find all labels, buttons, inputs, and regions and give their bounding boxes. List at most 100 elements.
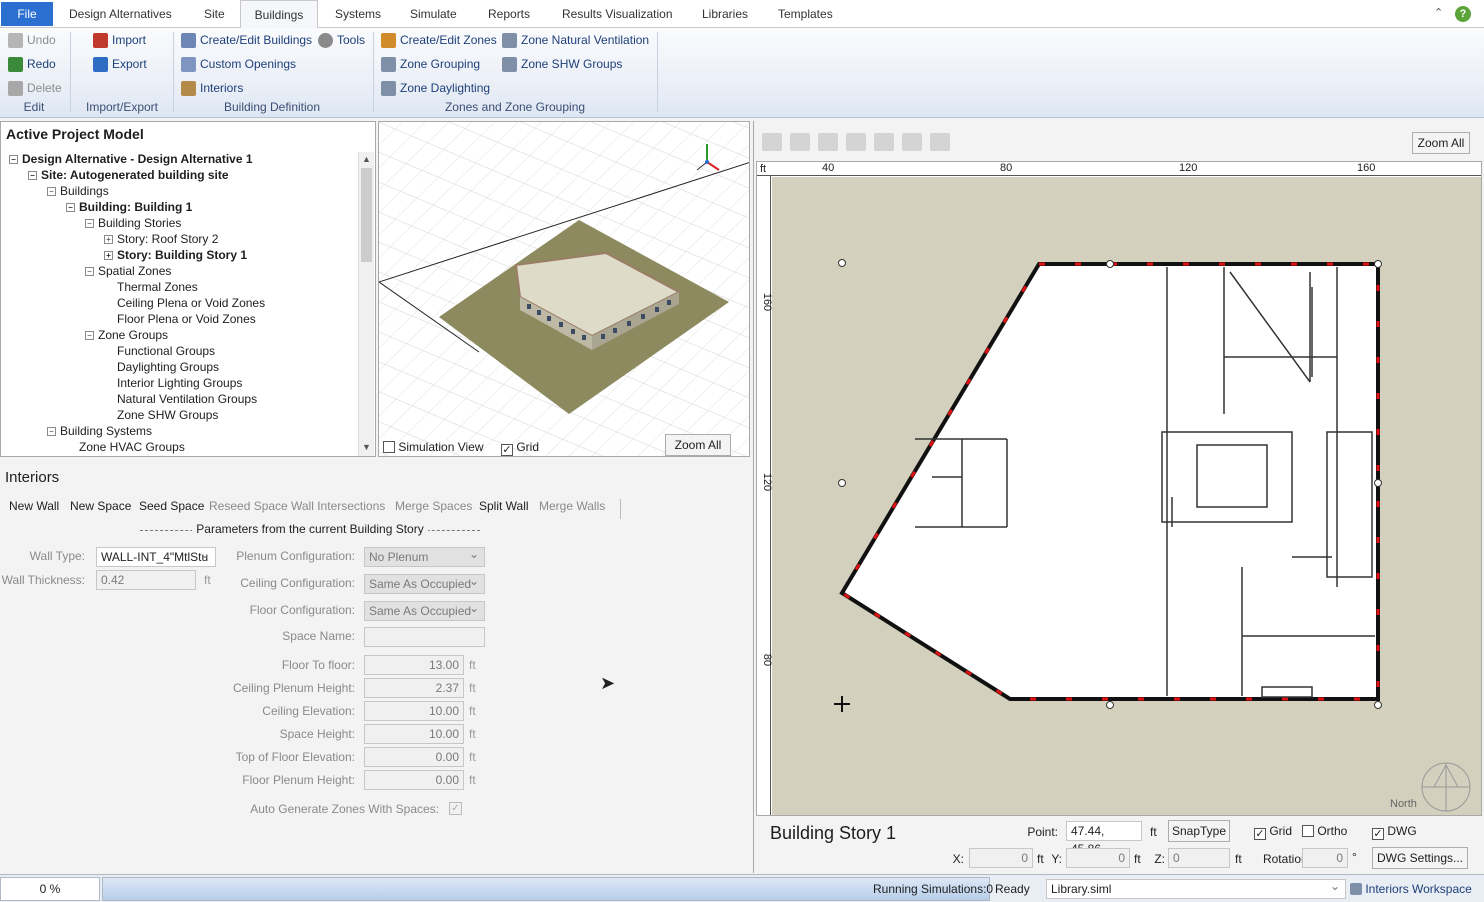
tree-node[interactable]: − Site: Autogenerated building site	[28, 167, 229, 183]
split-wall-button[interactable]: Split Wall	[479, 499, 529, 513]
tree-node[interactable]: − Buildings	[47, 183, 109, 199]
tree-node[interactable]: − Building: Building 1	[66, 199, 192, 215]
scroll-thumb[interactable]	[361, 168, 372, 262]
tree-node[interactable]: − Building Stories	[85, 215, 181, 231]
tree-node[interactable]: Zone HVAC Groups	[66, 439, 185, 455]
wall-intersections-button[interactable]: Wall Intersections	[291, 499, 385, 513]
draw-tool-icon[interactable]	[930, 133, 950, 151]
u-shape-tool-icon[interactable]	[874, 133, 894, 151]
collapse-icon[interactable]: −	[9, 155, 18, 164]
tree-node[interactable]: Natural Ventilation Groups	[104, 391, 257, 407]
tree-scrollbar[interactable]: ▲ ▼	[358, 152, 374, 456]
grid-plan-toggle[interactable]: ✓ Grid	[1254, 824, 1292, 840]
tree-node[interactable]: − Building Systems	[47, 423, 152, 439]
snap-type-button[interactable]: SnapType	[1168, 820, 1230, 842]
tab-systems[interactable]: Systems	[329, 0, 387, 28]
expand-icon[interactable]: +	[104, 235, 113, 244]
undo-button[interactable]: Undo	[8, 30, 56, 50]
scroll-down-icon[interactable]: ▼	[362, 442, 371, 452]
rotation-field[interactable]: 0	[1302, 848, 1348, 868]
view-3d[interactable]: Simulation View ✓ Grid Zoom All	[378, 121, 750, 457]
point-field[interactable]: 47.44, 45.86	[1066, 821, 1142, 856]
h-shape-tool-icon[interactable]	[818, 133, 838, 151]
auto-generate-checkbox[interactable]: ✓	[449, 802, 462, 815]
tree-node[interactable]: Thermal Zones	[104, 279, 198, 295]
zone-shw-groups-button[interactable]: Zone SHW Groups	[502, 54, 622, 74]
tools-button[interactable]: Tools	[318, 30, 365, 50]
wall-type-select[interactable]: WALL-INT_4"MtlStu	[96, 547, 216, 567]
expand-icon[interactable]: +	[104, 251, 113, 260]
collapse-icon[interactable]: −	[47, 427, 56, 436]
tree-node[interactable]: Interior Lighting Groups	[104, 375, 242, 391]
scroll-up-icon[interactable]: ▲	[362, 154, 371, 164]
new-space-button[interactable]: New Space	[70, 499, 131, 513]
y-field[interactable]: 0	[1066, 848, 1130, 868]
tree-node[interactable]: + Story: Roof Story 2	[104, 231, 218, 247]
simulation-view-checkbox[interactable]	[383, 441, 395, 453]
param-field[interactable]: 10.00	[364, 701, 464, 721]
param-field[interactable]: 13.00	[364, 655, 464, 675]
merge-spaces-button[interactable]: Merge Spaces	[395, 499, 472, 513]
ortho-checkbox[interactable]	[1302, 825, 1314, 837]
t-shape-tool-icon[interactable]	[902, 133, 922, 151]
dwg-settings-button[interactable]: DWG Settings...	[1372, 847, 1468, 869]
x-field[interactable]: 0	[969, 848, 1033, 868]
tree-node[interactable]: Ceiling Plena or Void Zones	[104, 295, 265, 311]
collapse-icon[interactable]: −	[85, 267, 94, 276]
tab-reports[interactable]: Reports	[482, 0, 536, 28]
param-field[interactable]: 2.37	[364, 678, 464, 698]
plan-canvas[interactable]: ft 40 80 120 160 160 120 80 North	[756, 161, 1482, 816]
wall-thickness-field[interactable]: 0.42	[96, 570, 196, 590]
tab-simulate[interactable]: Simulate	[404, 0, 463, 28]
tab-buildings[interactable]: Buildings	[240, 0, 318, 29]
library-select[interactable]: Library.siml	[1046, 877, 1346, 899]
create-edit-zones-button[interactable]: Create/Edit Zones	[381, 30, 497, 50]
interiors-button[interactable]: Interiors	[181, 78, 243, 98]
tree-node[interactable]: Daylighting Groups	[104, 359, 219, 375]
export-button[interactable]: Export	[93, 54, 147, 74]
create-edit-buildings-button[interactable]: Create/Edit Buildings	[181, 30, 312, 50]
reseed-space-button[interactable]: Reseed Space	[209, 499, 288, 513]
tree-node[interactable]: Zone SHW Groups	[104, 407, 218, 423]
tree-node[interactable]: Floor Plena or Void Zones	[104, 311, 256, 327]
param-field[interactable]: 0.00	[364, 770, 464, 790]
tab-design-alternatives[interactable]: Design Alternatives	[63, 0, 178, 28]
dwg-toggle[interactable]: ✓ DWG	[1372, 824, 1417, 840]
collapse-icon[interactable]: −	[66, 203, 75, 212]
wall-tool-icon[interactable]	[762, 133, 782, 151]
collapse-icon[interactable]: −	[85, 219, 94, 228]
collapse-icon[interactable]: −	[47, 187, 56, 196]
help-icon[interactable]: ?	[1455, 6, 1471, 22]
zoom-all-3d-button[interactable]: Zoom All	[665, 434, 731, 456]
import-button[interactable]: Import	[93, 30, 146, 50]
tab-results-visualization[interactable]: Results Visualization	[556, 0, 679, 28]
dwg-checkbox[interactable]: ✓	[1372, 828, 1384, 840]
plus-shape-tool-icon[interactable]	[846, 133, 866, 151]
zoom-all-plan-button[interactable]: Zoom All	[1412, 132, 1470, 154]
ceiling-config-select[interactable]: Same As Occupied	[364, 572, 485, 594]
l-shape-tool-icon[interactable]	[790, 133, 810, 151]
file-menu[interactable]: File	[1, 2, 53, 26]
redo-button[interactable]: Redo	[8, 54, 56, 74]
param-field[interactable]: 0.00	[364, 747, 464, 767]
zone-natural-ventilation-button[interactable]: Zone Natural Ventilation	[502, 30, 649, 50]
merge-walls-button[interactable]: Merge Walls	[539, 499, 605, 513]
seed-space-button[interactable]: Seed Space	[139, 499, 204, 513]
grid-plan-checkbox[interactable]: ✓	[1254, 828, 1266, 840]
grid-3d-checkbox[interactable]: ✓	[501, 444, 513, 456]
grid-3d-toggle[interactable]: ✓ Grid	[501, 440, 539, 456]
plenum-config-select[interactable]: No Plenum	[364, 545, 485, 567]
tab-templates[interactable]: Templates	[772, 0, 839, 28]
collapse-icon[interactable]: −	[28, 171, 37, 180]
new-wall-button[interactable]: New Wall	[9, 499, 59, 513]
tree-node[interactable]: Functional Groups	[104, 343, 215, 359]
tree-node[interactable]: − Zone Groups	[85, 327, 168, 343]
workspace-indicator[interactable]: Interiors Workspace	[1350, 882, 1472, 896]
delete-button[interactable]: Delete	[8, 78, 62, 98]
tree-node[interactable]: + Story: Building Story 1	[104, 247, 247, 263]
tab-libraries[interactable]: Libraries	[696, 0, 754, 28]
tab-site[interactable]: Site	[198, 0, 231, 28]
custom-openings-button[interactable]: Custom Openings	[181, 54, 296, 74]
floor-config-select[interactable]: Same As Occupied	[364, 599, 485, 621]
tree-node[interactable]: − Spatial Zones	[85, 263, 171, 279]
